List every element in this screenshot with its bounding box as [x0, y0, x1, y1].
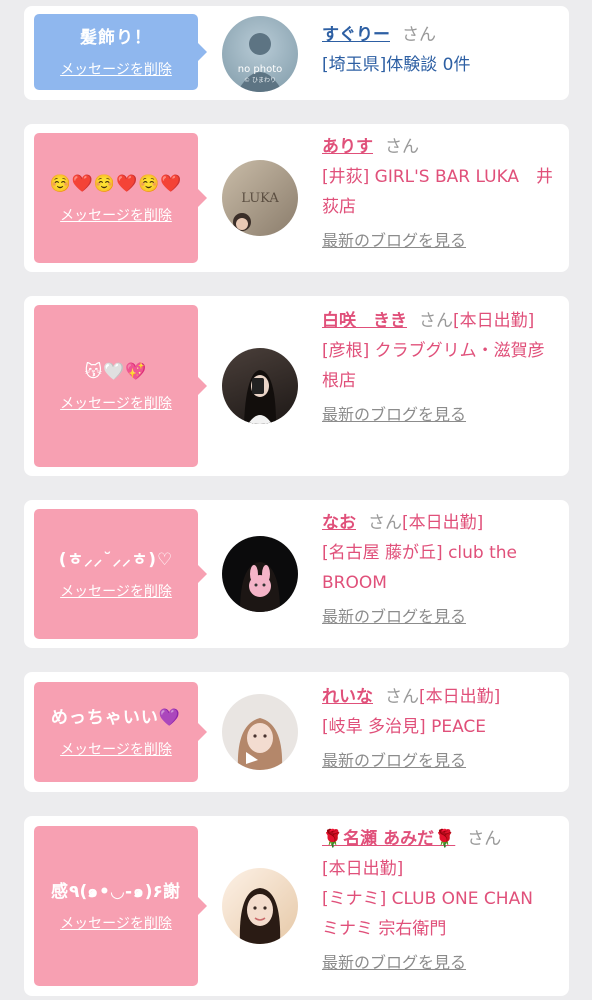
profile-photo	[244, 370, 276, 424]
shop-info: [岐阜 多治見] PEACE	[322, 717, 487, 737]
honorific: さん	[368, 513, 402, 533]
sender-info: 🌹名瀬 あみだ🌹 さん [本日出勤] [ミナミ] CLUB ONE CHAN ミナ…	[322, 824, 554, 978]
no-photo-credit: © ひまわり	[244, 77, 276, 84]
profile-photo	[237, 718, 283, 770]
avatar[interactable]	[222, 694, 298, 770]
sender-name-link[interactable]: すぐりー	[322, 25, 390, 45]
shop-info: [ミナミ] CLUB ONE CHAN ミナミ 宗右衛門	[322, 889, 533, 939]
message-card: めっちゃいい💜 メッセージを削除 れいな さん[本日出勤] [岐阜 多治見] PE…	[24, 672, 569, 792]
message-card: 感٩(๑•◡-๑)۶謝 メッセージを削除 🌹名瀬 あみだ🌹 さん [本日出勤] […	[24, 816, 569, 996]
attendance-status: [本日出勤]	[402, 513, 484, 533]
message-bubble: 髪飾り！ メッセージを削除	[34, 14, 207, 90]
message-bubble: (ㅎ⸝⸝˘⸝⸝ㅎ)♡ メッセージを削除	[34, 509, 207, 639]
no-photo-label: no photo	[238, 64, 282, 75]
delete-message-link[interactable]: メッセージを削除	[60, 393, 172, 413]
message-text: (ㅎ⸝⸝˘⸝⸝ㅎ)♡	[58, 550, 174, 570]
delete-message-link[interactable]: メッセージを削除	[60, 205, 172, 225]
delete-message-link[interactable]: メッセージを削除	[60, 581, 172, 601]
message-text: 感٩(๑•◡-๑)۶謝	[51, 882, 181, 902]
message-card: ☺️❤️☺️❤️☺️❤️ メッセージを削除 LUKA ありす さん [井荻] GI…	[24, 124, 569, 272]
honorific: さん	[402, 25, 436, 45]
attendance-status: [本日出勤]	[453, 311, 535, 331]
avatar[interactable]: LUKA	[222, 160, 298, 236]
honorific: さん	[385, 687, 419, 707]
profile-photo	[240, 562, 280, 612]
avatar[interactable]	[222, 536, 298, 612]
honorific: さん	[467, 829, 502, 849]
shop-info: [名古屋 藤が丘] club the BROOM	[322, 543, 518, 593]
latest-blog-link[interactable]: 最新のブログを見る	[322, 231, 466, 250]
sender-name-link[interactable]: れいな	[322, 687, 373, 707]
attendance-status: [本日出勤]	[419, 687, 501, 707]
avatar[interactable]	[222, 868, 298, 944]
sender-info: なお さん[本日出勤] [名古屋 藤が丘] club the BROOM 最新のブ…	[322, 508, 554, 632]
sender-name-link[interactable]: なお	[322, 513, 356, 533]
sender-name-link[interactable]: 🌹名瀬 あみだ🌹	[322, 829, 455, 849]
message-card: 髪飾り！ メッセージを削除 no photo © ひまわり すぐりー さん [埼玉…	[24, 6, 569, 100]
message-text: めっちゃいい💜	[50, 708, 182, 728]
attendance-status: [本日出勤]	[322, 859, 404, 879]
message-text: 髪飾り！	[80, 28, 152, 48]
honorific: さん	[385, 137, 419, 157]
latest-blog-link[interactable]: 最新のブログを見る	[322, 405, 466, 424]
sender-info: ありす さん [井荻] GIRL'S BAR LUKA 井荻店 最新のブログを見る	[322, 132, 554, 256]
shop-info: [埼玉県]体験談 0件	[322, 55, 471, 75]
shop-sign-photo: LUKA	[233, 191, 279, 231]
message-bubble: 感٩(๑•◡-๑)۶謝 メッセージを削除	[34, 826, 207, 986]
avatar[interactable]: no photo © ひまわり	[222, 16, 298, 92]
message-text: ☺️❤️☺️❤️☺️❤️	[49, 174, 183, 194]
message-text: 😽🤍💖	[84, 362, 148, 382]
message-bubble: 😽🤍💖 メッセージを削除	[34, 305, 207, 467]
delete-message-link[interactable]: メッセージを削除	[60, 59, 172, 79]
sender-info: れいな さん[本日出勤] [岐阜 多治見] PEACE 最新のブログを見る	[322, 682, 554, 776]
profile-photo	[239, 888, 281, 944]
shop-sign-text: LUKA	[241, 191, 279, 206]
sender-name-link[interactable]: ありす	[322, 137, 373, 157]
message-card: (ㅎ⸝⸝˘⸝⸝ㅎ)♡ メッセージを削除 なお さん[本日出勤] [名古屋 藤が丘]…	[24, 500, 569, 648]
delete-message-link[interactable]: メッセージを削除	[60, 739, 172, 759]
sender-name-link[interactable]: 白咲 きき	[322, 311, 407, 331]
no-photo-silhouette-icon: no photo © ひまわり	[237, 33, 283, 92]
shop-info: [井荻] GIRL'S BAR LUKA 井荻店	[322, 167, 554, 217]
sender-info: すぐりー さん [埼玉県]体験談 0件	[322, 20, 554, 80]
avatar[interactable]	[222, 348, 298, 424]
honorific: さん	[419, 311, 453, 331]
sender-info: 白咲 きき さん[本日出勤] [彦根] クラブグリム・滋賀彦根店 最新のブログを見…	[322, 306, 554, 430]
delete-message-link[interactable]: メッセージを削除	[60, 913, 172, 933]
latest-blog-link[interactable]: 最新のブログを見る	[322, 953, 466, 972]
message-bubble: めっちゃいい💜 メッセージを削除	[34, 682, 207, 782]
shop-info: [彦根] クラブグリム・滋賀彦根店	[322, 341, 545, 391]
latest-blog-link[interactable]: 最新のブログを見る	[322, 751, 466, 770]
latest-blog-link[interactable]: 最新のブログを見る	[322, 607, 466, 626]
message-bubble: ☺️❤️☺️❤️☺️❤️ メッセージを削除	[34, 133, 207, 263]
message-card: 😽🤍💖 メッセージを削除 白咲 きき さん[本日出勤] [彦根] クラブグリム・滋…	[24, 296, 569, 476]
